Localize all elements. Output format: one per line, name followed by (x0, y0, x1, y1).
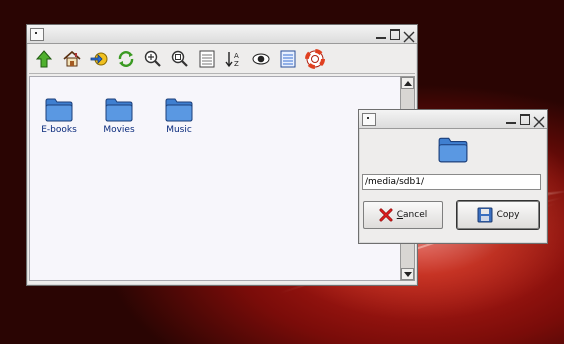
title-bar[interactable] (27, 25, 417, 44)
destination-path-input[interactable] (362, 174, 541, 190)
close-button[interactable] (533, 113, 545, 128)
dialog-title-bar[interactable] (359, 110, 547, 129)
home-icon[interactable] (61, 48, 83, 70)
cancel-button[interactable]: Cancel (363, 201, 443, 229)
folder-icon (45, 98, 73, 122)
scroll-down-button[interactable] (401, 268, 414, 280)
copy-dialog: Cancel Copy (358, 109, 548, 244)
folder-label: Movies (103, 125, 135, 135)
maximize-button[interactable] (519, 113, 531, 125)
scroll-up-button[interactable] (401, 77, 414, 89)
details-view-icon[interactable] (196, 48, 218, 70)
window-menu-button[interactable] (362, 113, 376, 126)
folder-icon (438, 137, 468, 163)
copy-label: Copy (496, 210, 520, 220)
floppy-icon (477, 207, 493, 223)
svg-text:A: A (234, 52, 239, 60)
show-hidden-icon[interactable] (250, 48, 272, 70)
refresh-icon[interactable] (115, 48, 137, 70)
maximize-button[interactable] (389, 28, 401, 40)
toolbar: AZ (29, 45, 415, 74)
cancel-label: Cancel (396, 210, 428, 220)
sort-icon[interactable]: AZ (223, 48, 245, 70)
list-view-icon[interactable] (277, 48, 299, 70)
window-menu-button[interactable] (30, 28, 44, 41)
folder-icon (105, 98, 133, 122)
help-icon[interactable] (304, 48, 326, 70)
close-button[interactable] (403, 28, 415, 43)
zoom-in-icon[interactable] (142, 48, 164, 70)
svg-text:Z: Z (234, 60, 239, 68)
folder-label: E-books (41, 125, 77, 135)
file-view[interactable]: E-books Movies Music (29, 76, 401, 281)
minimize-button[interactable] (375, 28, 387, 40)
go-to-icon[interactable] (88, 48, 110, 70)
list-item[interactable]: E-books (33, 95, 85, 135)
folder-label: Music (166, 125, 192, 135)
list-item[interactable]: Music (153, 95, 205, 135)
up-arrow-icon[interactable] (33, 48, 55, 70)
folder-icon (165, 98, 193, 122)
zoom-fit-icon[interactable] (169, 48, 191, 70)
list-item[interactable]: Movies (93, 95, 145, 135)
minimize-button[interactable] (505, 113, 517, 125)
cancel-icon (379, 208, 393, 222)
copy-button[interactable]: Copy (457, 201, 539, 229)
